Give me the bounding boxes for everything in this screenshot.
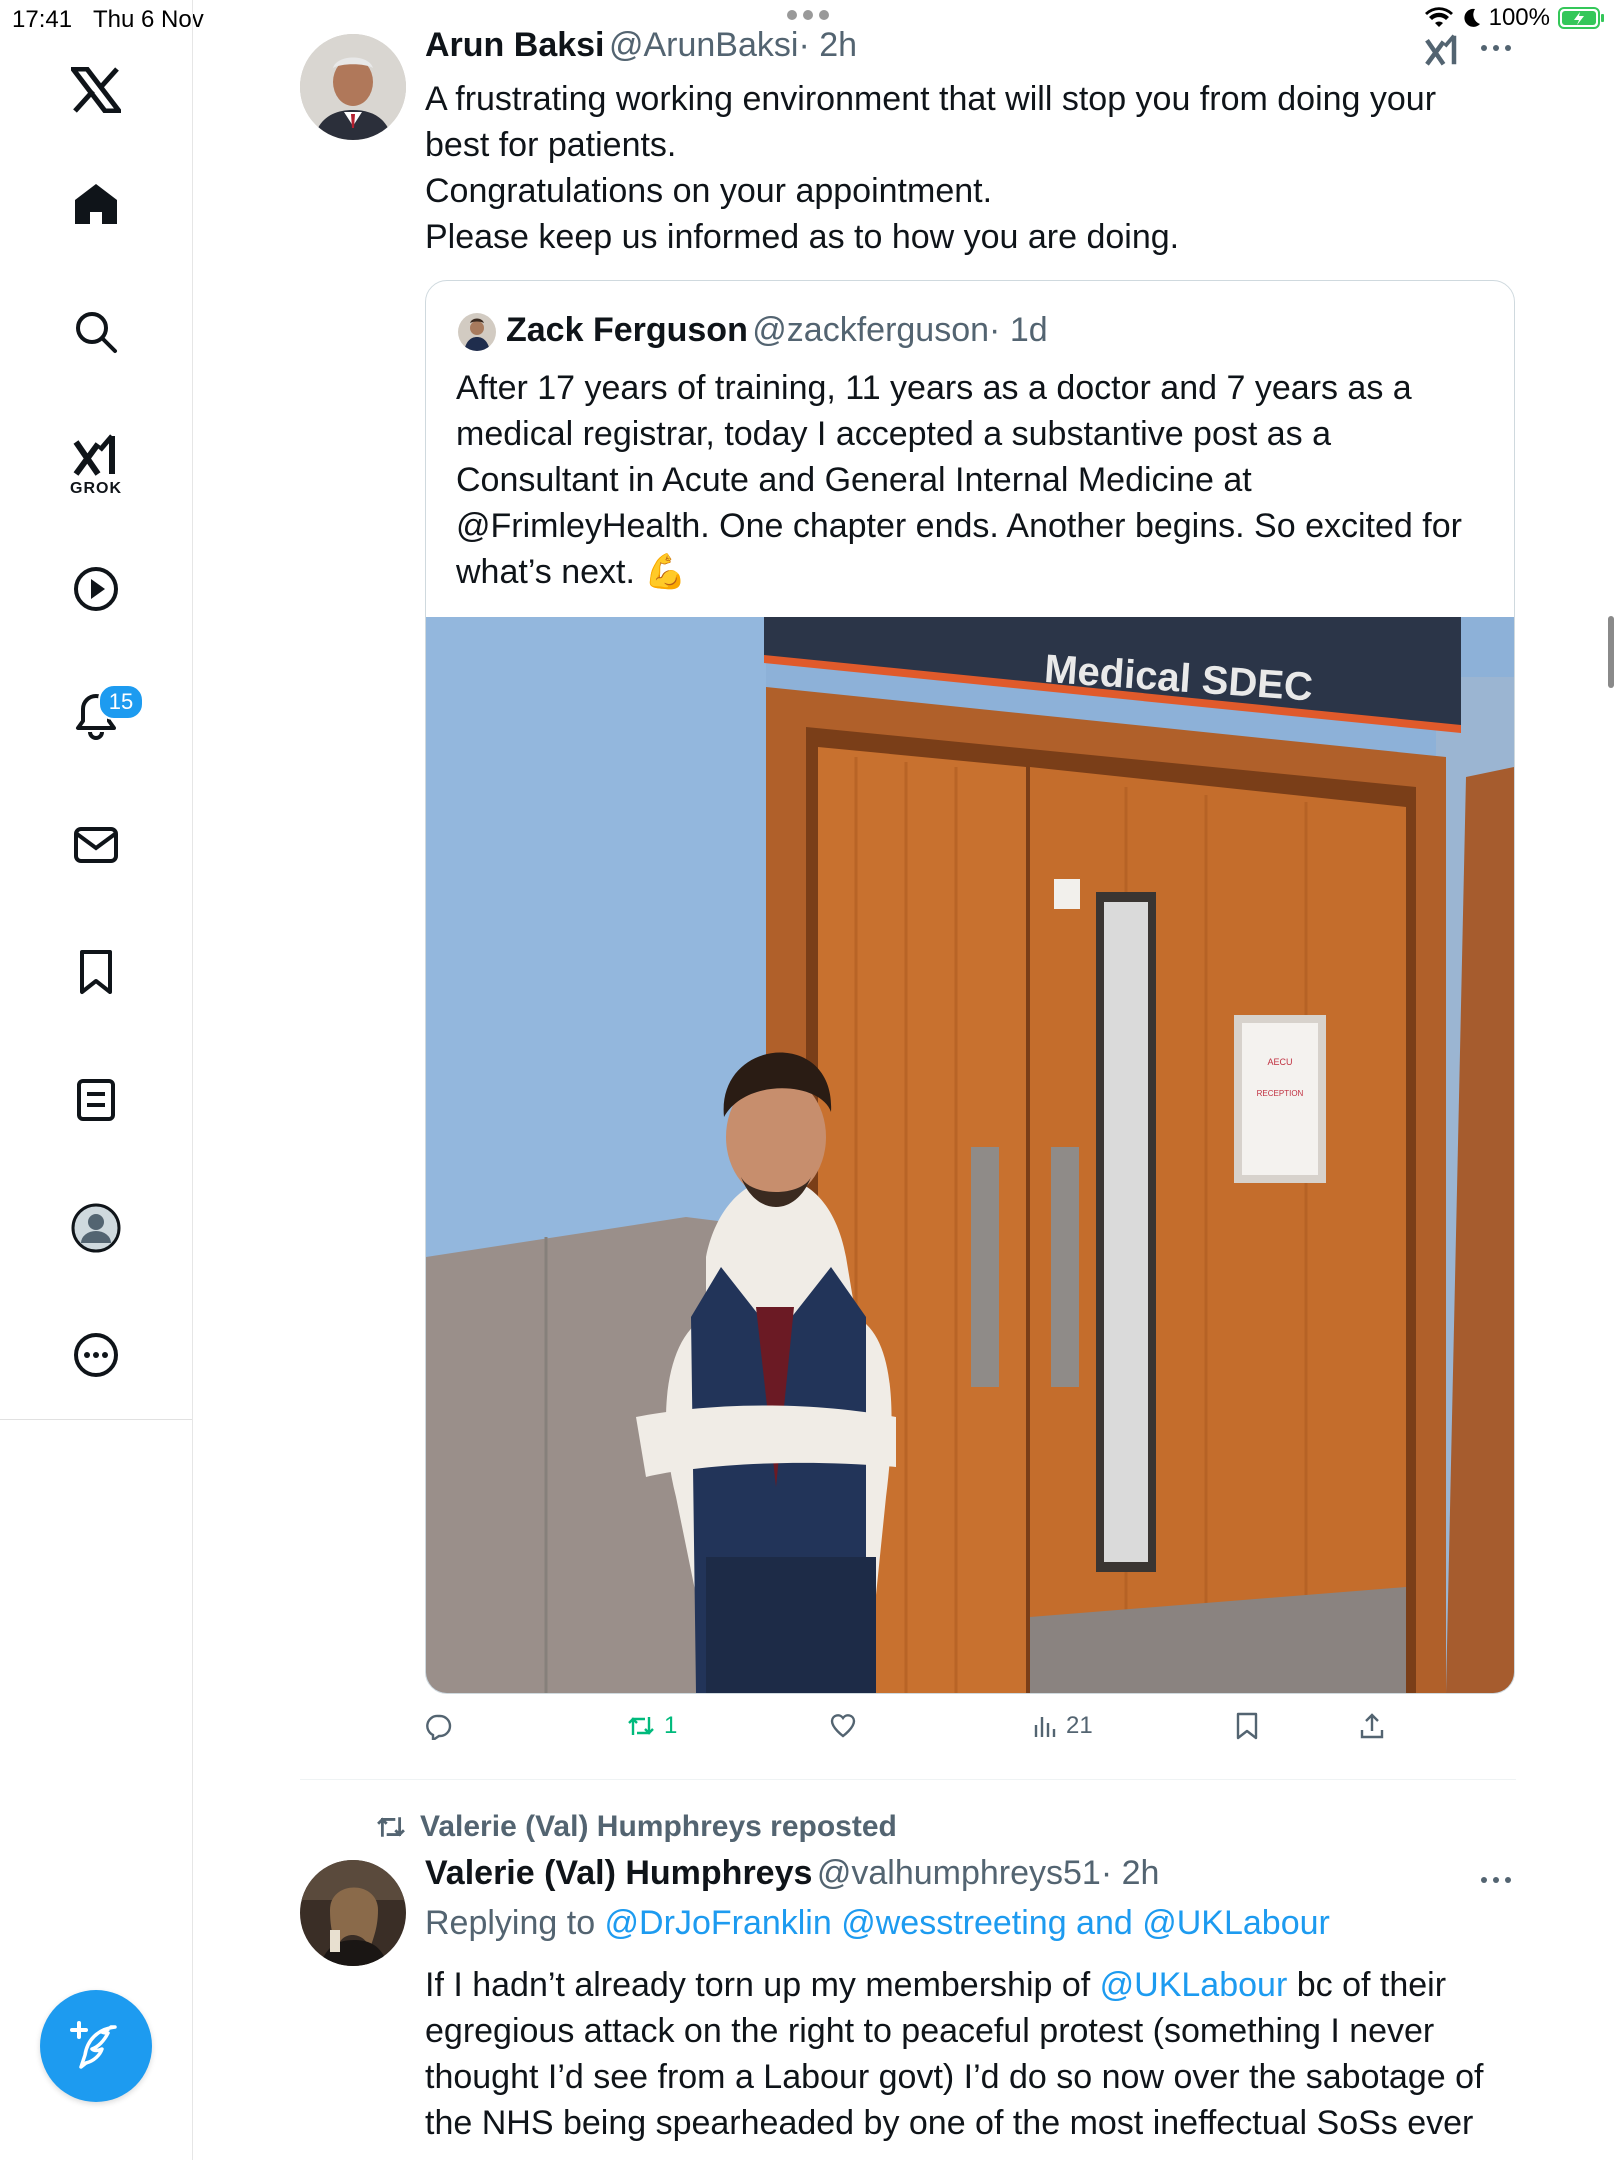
avatar[interactable] xyxy=(300,34,406,140)
video-icon[interactable] xyxy=(0,564,192,614)
author-name[interactable]: Valerie (Val) Humphreys xyxy=(425,1854,812,1892)
post-text-line: Congratulations on your appointment. xyxy=(425,172,993,210)
quoted-text-line: medical registrar, today I accepted a su… xyxy=(456,415,1332,453)
grok-icon xyxy=(73,434,115,476)
battery-icon xyxy=(1558,7,1604,29)
home-icon[interactable] xyxy=(0,180,192,228)
grok-label: GROK xyxy=(70,480,122,497)
mention-link[interactable]: @UKLabour xyxy=(1100,1966,1288,2004)
post-divider xyxy=(300,1779,1516,1780)
author-name[interactable]: Arun Baksi xyxy=(425,26,605,64)
photo-notice-line1: AECU xyxy=(1267,1057,1293,1067)
quoted-text-line: Consultant in Acute and General Internal… xyxy=(456,461,1252,499)
heart-icon xyxy=(830,1714,856,1738)
notifications-badge: 15 xyxy=(98,684,144,720)
sidebar-divider xyxy=(0,1419,192,1420)
repost-button[interactable]: 1 xyxy=(626,1712,677,1740)
post-more-icon[interactable] xyxy=(1480,40,1512,58)
post-text-line: the NHS being spearheaded by one of the … xyxy=(425,2104,1474,2142)
photo-notice-line2: RECEPTION xyxy=(1256,1089,1304,1098)
views-button[interactable]: 21 xyxy=(1032,1712,1093,1740)
author-handle[interactable]: @ArunBaksi xyxy=(609,26,798,64)
repost-context-label: Valerie (Val) Humphreys reposted xyxy=(420,1810,897,1843)
quoted-text-line: what’s next. 💪 xyxy=(456,553,687,591)
post-header: Valerie (Val) Humphreys @valhumphreys51·… xyxy=(425,1854,1159,1893)
lists-icon[interactable] xyxy=(0,1076,192,1124)
quoted-post-time: · 1d xyxy=(989,311,1048,349)
bookmark-icon xyxy=(1236,1712,1258,1740)
post-text-line: A frustrating working environment that w… xyxy=(425,80,1437,118)
multitasking-dots-icon[interactable] xyxy=(785,8,831,27)
more-icon[interactable] xyxy=(0,1330,192,1380)
post-text: If I hadn’t already torn up my membershi… xyxy=(425,1962,1525,2146)
avatar[interactable] xyxy=(300,1860,406,1966)
repost-count: 1 xyxy=(664,1712,678,1739)
moon-icon xyxy=(1464,8,1480,27)
x-logo-icon[interactable] xyxy=(0,62,192,118)
replying-prefix: Replying to xyxy=(425,1904,605,1942)
replying-to-links[interactable]: @DrJoFranklin @wesstreeting and @UKLabou… xyxy=(605,1904,1330,1942)
bookmarks-icon[interactable] xyxy=(0,948,192,996)
repost-icon xyxy=(377,1817,405,1837)
wifi-icon xyxy=(1424,7,1453,27)
like-button[interactable] xyxy=(829,1712,857,1738)
compose-button[interactable] xyxy=(40,1990,152,2102)
repost-context[interactable]: Valerie (Val) Humphreys reposted xyxy=(374,1810,897,1844)
quoted-photo[interactable]: Medical SDEC AECU RECEPTION xyxy=(426,617,1514,1693)
post-text-line: best for patients. xyxy=(425,126,677,164)
scrollbar[interactable] xyxy=(1608,616,1614,688)
share-icon xyxy=(1360,1713,1384,1739)
replying-to: Replying to @DrJoFranklin @wesstreeting … xyxy=(425,1904,1330,1943)
notifications-icon[interactable] xyxy=(0,690,192,742)
post-text-line: Please keep us informed as to how you ar… xyxy=(425,218,1180,256)
bookmark-button[interactable] xyxy=(1235,1712,1259,1740)
post-header: Arun Baksi @ArunBaksi· 2h xyxy=(425,26,857,65)
post-text-line: egregious attack on the right to peacefu… xyxy=(425,2012,1435,2050)
post-text-line: If I hadn’t already torn up my membershi… xyxy=(425,1962,1525,2008)
status-indicators: 100% xyxy=(1424,4,1606,32)
grok-explain-icon[interactable] xyxy=(1424,32,1460,73)
share-button[interactable] xyxy=(1358,1712,1386,1740)
quoted-text-line: After 17 years of training, 11 years as … xyxy=(456,369,1412,407)
grok-nav-item[interactable]: GROK xyxy=(0,425,192,505)
battery-percent: 100% xyxy=(1488,4,1550,31)
post-text: A frustrating working environment that w… xyxy=(425,76,1515,260)
post-time: · 2h xyxy=(1100,1854,1160,1892)
author-handle[interactable]: @valhumphreys51 xyxy=(817,1854,1101,1892)
post-time: · 2h xyxy=(798,26,858,64)
repost-icon xyxy=(628,1717,654,1735)
quoted-text-line: @FrimleyHealth. One chapter ends. Anothe… xyxy=(456,507,1462,545)
views-count: 21 xyxy=(1066,1712,1093,1739)
quoted-author-handle: @zackferguson xyxy=(752,311,990,349)
compose-icon xyxy=(70,2021,117,2069)
post-more-icon[interactable] xyxy=(1480,1872,1512,1890)
quoted-avatar xyxy=(458,313,496,351)
search-icon[interactable] xyxy=(0,308,192,356)
quoted-author-name: Zack Ferguson xyxy=(506,311,748,349)
post-text-line: thought I’d see from a Labour govt) I’d … xyxy=(425,2058,1484,2096)
quoted-post[interactable]: Zack Ferguson @zackferguson· 1d After 17… xyxy=(425,280,1515,1694)
quoted-text: After 17 years of training, 11 years as … xyxy=(456,365,1496,595)
reply-button[interactable] xyxy=(425,1712,453,1740)
views-icon xyxy=(1034,1717,1056,1737)
profile-icon[interactable] xyxy=(0,1202,192,1254)
messages-icon[interactable] xyxy=(0,822,192,868)
post-text-segment: bc of their xyxy=(1287,1966,1447,2004)
reply-icon xyxy=(426,1714,452,1740)
post-text-segment: If I hadn’t already torn up my membershi… xyxy=(425,1966,1100,2004)
quoted-header: Zack Ferguson @zackferguson· 1d xyxy=(506,311,1048,350)
